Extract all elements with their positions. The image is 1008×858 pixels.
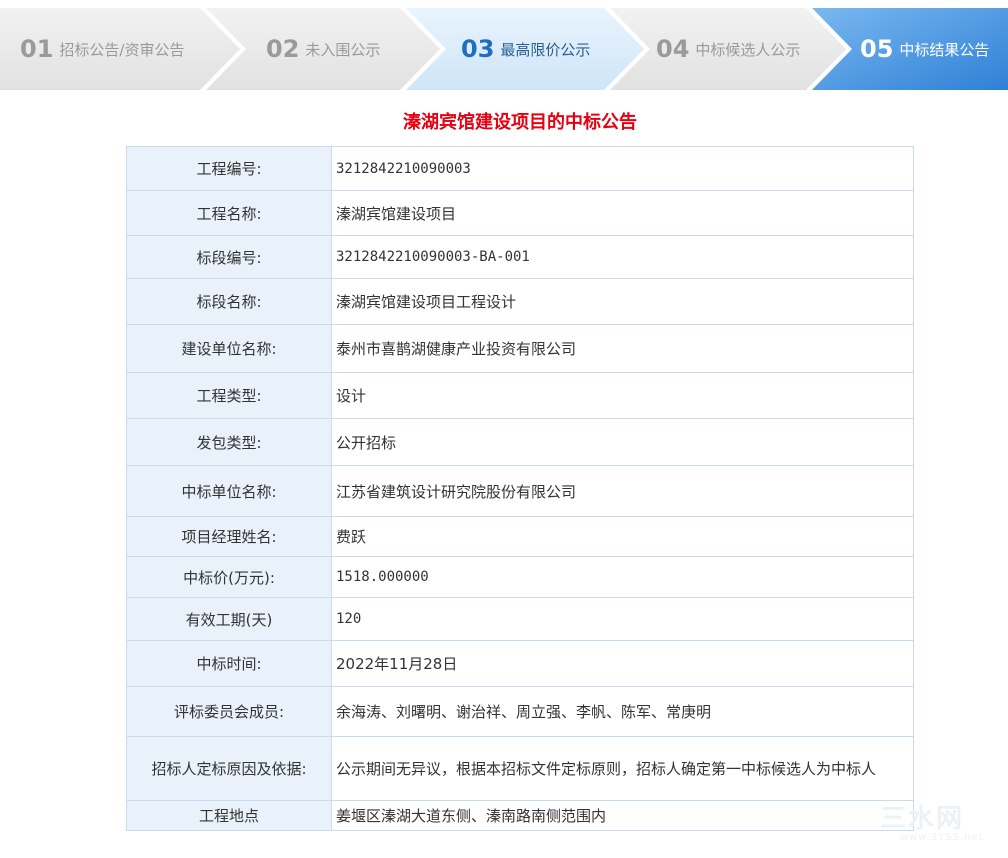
step-3[interactable]: 03 最高限价公示 — [461, 8, 590, 90]
row-value: 江苏省建筑设计研究院股份有限公司 — [331, 465, 914, 517]
step-2-number: 02 — [266, 35, 300, 63]
table-row: 中标价(万元): 1518.000000 — [126, 556, 914, 598]
row-value: 姜堰区溱湖大道东侧、溱南路南侧范围内 — [331, 800, 914, 831]
row-label: 项目经理姓名: — [126, 516, 332, 557]
step-2-label: 未入围公示 — [305, 40, 381, 59]
row-label: 标段编号: — [126, 235, 332, 279]
step-2[interactable]: 02 未入围公示 — [266, 8, 380, 90]
row-value: 公开招标 — [331, 418, 914, 466]
step-4-label: 中标候选人公示 — [695, 40, 801, 59]
row-value: 3212842210090003-BA-001 — [331, 235, 914, 279]
row-label: 中标时间: — [126, 640, 332, 687]
table-row: 工程名称: 溱湖宾馆建设项目 — [126, 190, 914, 236]
row-label: 招标人定标原因及依据: — [126, 736, 332, 801]
row-label: 工程名称: — [126, 190, 332, 236]
table-row: 标段名称: 溱湖宾馆建设项目工程设计 — [126, 278, 914, 325]
step-3-label: 最高限价公示 — [500, 40, 591, 59]
row-value: 1518.000000 — [331, 556, 914, 598]
step-5-label: 中标结果公告 — [899, 40, 990, 59]
row-value: 公示期间无异议，根据本招标文件定标原则，招标人确定第一中标候选人为中标人 — [331, 736, 914, 801]
step-3-number: 03 — [461, 35, 495, 63]
row-label: 工程地点 — [126, 800, 332, 831]
step-1-label: 招标公告/资审公告 — [59, 40, 185, 59]
row-value: 余海涛、刘曙明、谢治祥、周立强、李帆、陈军、常庚明 — [331, 686, 914, 737]
site-watermark: 三水网 — [880, 804, 965, 834]
row-value: 溱湖宾馆建设项目工程设计 — [331, 278, 914, 325]
step-4[interactable]: 04 中标候选人公示 — [656, 8, 800, 90]
row-value: 设计 — [331, 372, 914, 419]
step-5[interactable]: 05 中标结果公告 — [860, 8, 989, 90]
table-row: 项目经理姓名: 费跃 — [126, 516, 914, 557]
step-1[interactable]: 01 招标公告/资审公告 — [20, 8, 184, 90]
site-watermark-url: www.3YSS.net — [900, 832, 984, 843]
row-value: 泰州市喜鹊湖健康产业投资有限公司 — [331, 324, 914, 373]
row-value: 2022年11月28日 — [331, 640, 914, 687]
row-label: 工程编号: — [126, 146, 332, 191]
info-table: 工程编号: 3212842210090003 工程名称: 溱湖宾馆建设项目 标段… — [126, 146, 914, 831]
table-row: 有效工期(天) 120 — [126, 597, 914, 641]
row-label: 中标价(万元): — [126, 556, 332, 598]
row-label: 评标委员会成员: — [126, 686, 332, 737]
table-row: 标段编号: 3212842210090003-BA-001 — [126, 235, 914, 279]
row-label: 有效工期(天) — [126, 597, 332, 641]
step-5-number: 05 — [860, 35, 894, 63]
table-row: 评标委员会成员: 余海涛、刘曙明、谢治祥、周立强、李帆、陈军、常庚明 — [126, 686, 914, 737]
row-label: 中标单位名称: — [126, 465, 332, 517]
table-row: 中标时间: 2022年11月28日 — [126, 640, 914, 687]
row-value: 120 — [331, 597, 914, 641]
row-value: 费跃 — [331, 516, 914, 557]
table-row: 工程编号: 3212842210090003 — [126, 146, 914, 191]
step-4-number: 04 — [656, 35, 690, 63]
table-row: 工程地点 姜堰区溱湖大道东侧、溱南路南侧范围内 — [126, 800, 914, 831]
row-label: 标段名称: — [126, 278, 332, 325]
table-row: 工程类型: 设计 — [126, 372, 914, 419]
step-1-number: 01 — [20, 35, 54, 63]
row-label: 发包类型: — [126, 418, 332, 466]
table-row: 发包类型: 公开招标 — [126, 418, 914, 466]
row-value: 3212842210090003 — [331, 146, 914, 191]
row-value: 溱湖宾馆建设项目 — [331, 190, 914, 236]
page-title: 溱湖宾馆建设项目的中标公告 — [403, 112, 637, 133]
row-label: 工程类型: — [126, 372, 332, 419]
process-steps: 01 招标公告/资审公告 02 未入围公示 03 最高限价公示 04 中标候选人… — [0, 8, 1008, 90]
row-label: 建设单位名称: — [126, 324, 332, 373]
table-row: 建设单位名称: 泰州市喜鹊湖健康产业投资有限公司 — [126, 324, 914, 373]
table-row: 招标人定标原因及依据: 公示期间无异议，根据本招标文件定标原则，招标人确定第一中… — [126, 736, 914, 801]
table-row: 中标单位名称: 江苏省建筑设计研究院股份有限公司 — [126, 465, 914, 517]
